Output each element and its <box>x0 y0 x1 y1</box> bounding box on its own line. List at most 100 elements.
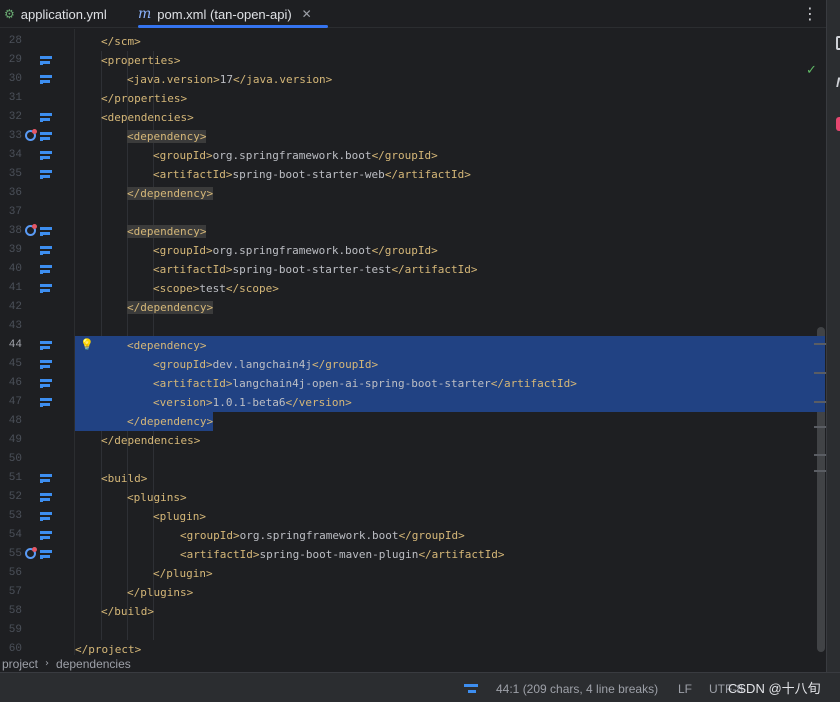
code-line[interactable]: 29 <properties> <box>0 51 826 70</box>
xml-tag: <groupId> <box>153 358 213 371</box>
code-text: </scm> <box>101 32 141 51</box>
chevron-right-icon: › <box>45 658 50 669</box>
xml-tag: </groupId> <box>371 149 438 162</box>
xml-tag: <dependency> <box>127 130 207 143</box>
code-line[interactable]: 55 <artifactId>spring-boot-maven-plugin</… <box>0 545 826 564</box>
code-line[interactable]: 39 <groupId>org.springframework.boot</gro… <box>0 241 826 260</box>
maven-structure-icon[interactable] <box>40 531 52 540</box>
maven-structure-icon[interactable] <box>40 379 52 388</box>
code-line[interactable]: 31 </properties> <box>0 89 826 108</box>
maven-structure-icon[interactable] <box>40 360 52 369</box>
xml-tag: <groupId> <box>153 244 213 257</box>
database-icon[interactable] <box>836 36 840 50</box>
code-line[interactable]: 42 </dependency> <box>0 298 826 317</box>
maven-structure-icon[interactable] <box>40 246 52 255</box>
line-number: 49 <box>8 434 22 446</box>
code-line[interactable]: 50 <box>0 450 826 469</box>
xml-tag: </artifactId> <box>418 548 505 561</box>
line-number: 28 <box>8 35 22 47</box>
maven-structure-icon[interactable] <box>40 341 52 350</box>
xml-tag: </scope> <box>225 282 279 295</box>
code-line[interactable]: 57 </plugins> <box>0 583 826 602</box>
line-separator[interactable]: LF <box>678 682 692 696</box>
line-number: 34 <box>8 149 22 161</box>
code-text: <dependency> <box>127 336 206 355</box>
xml-tag: </groupId> <box>311 358 379 371</box>
code-line[interactable]: 40 <artifactId>spring-boot-starter-test</… <box>0 260 826 279</box>
code-line[interactable]: 37 <box>0 203 826 222</box>
code-line[interactable]: 43 <box>0 317 826 336</box>
code-line[interactable]: 36 </dependency> <box>0 184 826 203</box>
spring-config-icon: ⚙ <box>4 7 15 21</box>
maven-structure-icon[interactable] <box>40 113 52 122</box>
more-options-icon[interactable]: ⋮ <box>802 4 818 23</box>
line-number: 44 <box>8 339 22 351</box>
code-line[interactable]: 30 <java.version>17</java.version> <box>0 70 826 89</box>
maven-structure-icon[interactable] <box>40 227 52 236</box>
code-line[interactable]: 56 </plugin> <box>0 564 826 583</box>
tab-application-yml[interactable]: ⚙ application.yml <box>4 0 107 28</box>
code-line[interactable]: 53 <plugin> <box>0 507 826 526</box>
maven-structure-icon[interactable] <box>40 75 52 84</box>
xml-tag: <dependency> <box>127 339 207 352</box>
code-line[interactable]: 49 </dependencies> <box>0 431 826 450</box>
maven-structure-icon[interactable] <box>40 398 52 407</box>
code-line[interactable]: 41 <scope>test</scope> <box>0 279 826 298</box>
breadcrumb-item-dependencies[interactable]: dependencies <box>56 657 131 671</box>
code-line[interactable]: 28 </scm> <box>0 32 826 51</box>
code-line[interactable]: 44 💡 <dependency> <box>0 336 826 355</box>
maven-structure-icon[interactable] <box>40 474 52 483</box>
code-line[interactable]: 38 <dependency> <box>0 222 826 241</box>
lightbulb-icon[interactable]: 💡 <box>80 338 94 351</box>
line-number: 36 <box>8 187 22 199</box>
maven-structure-icon[interactable] <box>40 265 52 274</box>
maven-structure-icon[interactable] <box>40 151 52 160</box>
xml-tag: <dependency> <box>127 225 207 238</box>
scrollbar-marker <box>814 454 826 456</box>
maven-structure-icon[interactable] <box>40 284 52 293</box>
code-line[interactable]: 47 <version>1.0.1-beta6</version> <box>0 393 826 412</box>
code-line[interactable]: 48 </dependency> <box>0 412 826 431</box>
code-line[interactable]: 45 <groupId>dev.langchain4j</groupId> <box>0 355 826 374</box>
code-text: </dependency> <box>127 412 213 431</box>
xml-text: 17 <box>219 73 233 86</box>
code-line[interactable]: 59 <box>0 621 826 640</box>
code-line[interactable]: 52 <plugins> <box>0 488 826 507</box>
plugin-icon[interactable] <box>836 117 840 131</box>
breadcrumb-item-project[interactable]: project <box>2 657 38 671</box>
tab-label: application.yml <box>20 6 107 22</box>
maven-structure-icon[interactable] <box>40 170 52 179</box>
xml-text: spring-boot-maven-plugin <box>259 548 419 561</box>
close-icon[interactable]: ✕ <box>302 7 312 21</box>
tab-pom-xml[interactable]: m pom.xml (tan-open-api) ✕ <box>138 0 328 28</box>
dependency-analyzer-icon[interactable] <box>25 547 37 559</box>
code-line[interactable]: 51 <build> <box>0 469 826 488</box>
code-line[interactable]: 32 <dependencies> <box>0 108 826 127</box>
line-number: 32 <box>8 111 22 123</box>
code-line[interactable]: 60 </project> <box>0 640 826 655</box>
code-text: <dependency> <box>127 222 207 241</box>
maven-structure-icon[interactable] <box>40 132 52 141</box>
maven-tool-icon[interactable]: M <box>836 74 840 90</box>
line-number: 47 <box>8 396 22 408</box>
caret-position[interactable]: 44:1 (209 chars, 4 line breaks) <box>496 682 658 696</box>
dependency-analyzer-icon[interactable] <box>25 129 37 141</box>
maven-structure-icon[interactable] <box>40 493 52 502</box>
code-text: </properties> <box>101 89 187 108</box>
line-number: 43 <box>8 320 22 332</box>
code-line[interactable]: 58 </build> <box>0 602 826 621</box>
code-line[interactable]: 33 <dependency> <box>0 127 826 146</box>
maven-structure-icon[interactable] <box>40 56 52 65</box>
dependency-analyzer-icon[interactable] <box>25 224 37 236</box>
code-line[interactable]: 54 <groupId>org.springframework.boot</gro… <box>0 526 826 545</box>
maven-structure-icon[interactable] <box>40 512 52 521</box>
maven-structure-icon[interactable] <box>40 550 52 559</box>
code-line[interactable]: 34 <groupId>org.springframework.boot</gro… <box>0 146 826 165</box>
code-editor[interactable]: ✓ 28 </scm> 29 <properties> 30 <java.version>… <box>0 29 826 655</box>
code-line[interactable]: 46 <artifactId>langchain4j-open-ai-spring… <box>0 374 826 393</box>
code-line[interactable]: 35 <artifactId>spring-boot-starter-web</a… <box>0 165 826 184</box>
xml-tag: </dependency> <box>127 415 214 428</box>
code-text: </build> <box>101 602 154 621</box>
maven-sync-icon[interactable] <box>464 684 478 694</box>
right-tool-strip: M <box>826 0 840 672</box>
